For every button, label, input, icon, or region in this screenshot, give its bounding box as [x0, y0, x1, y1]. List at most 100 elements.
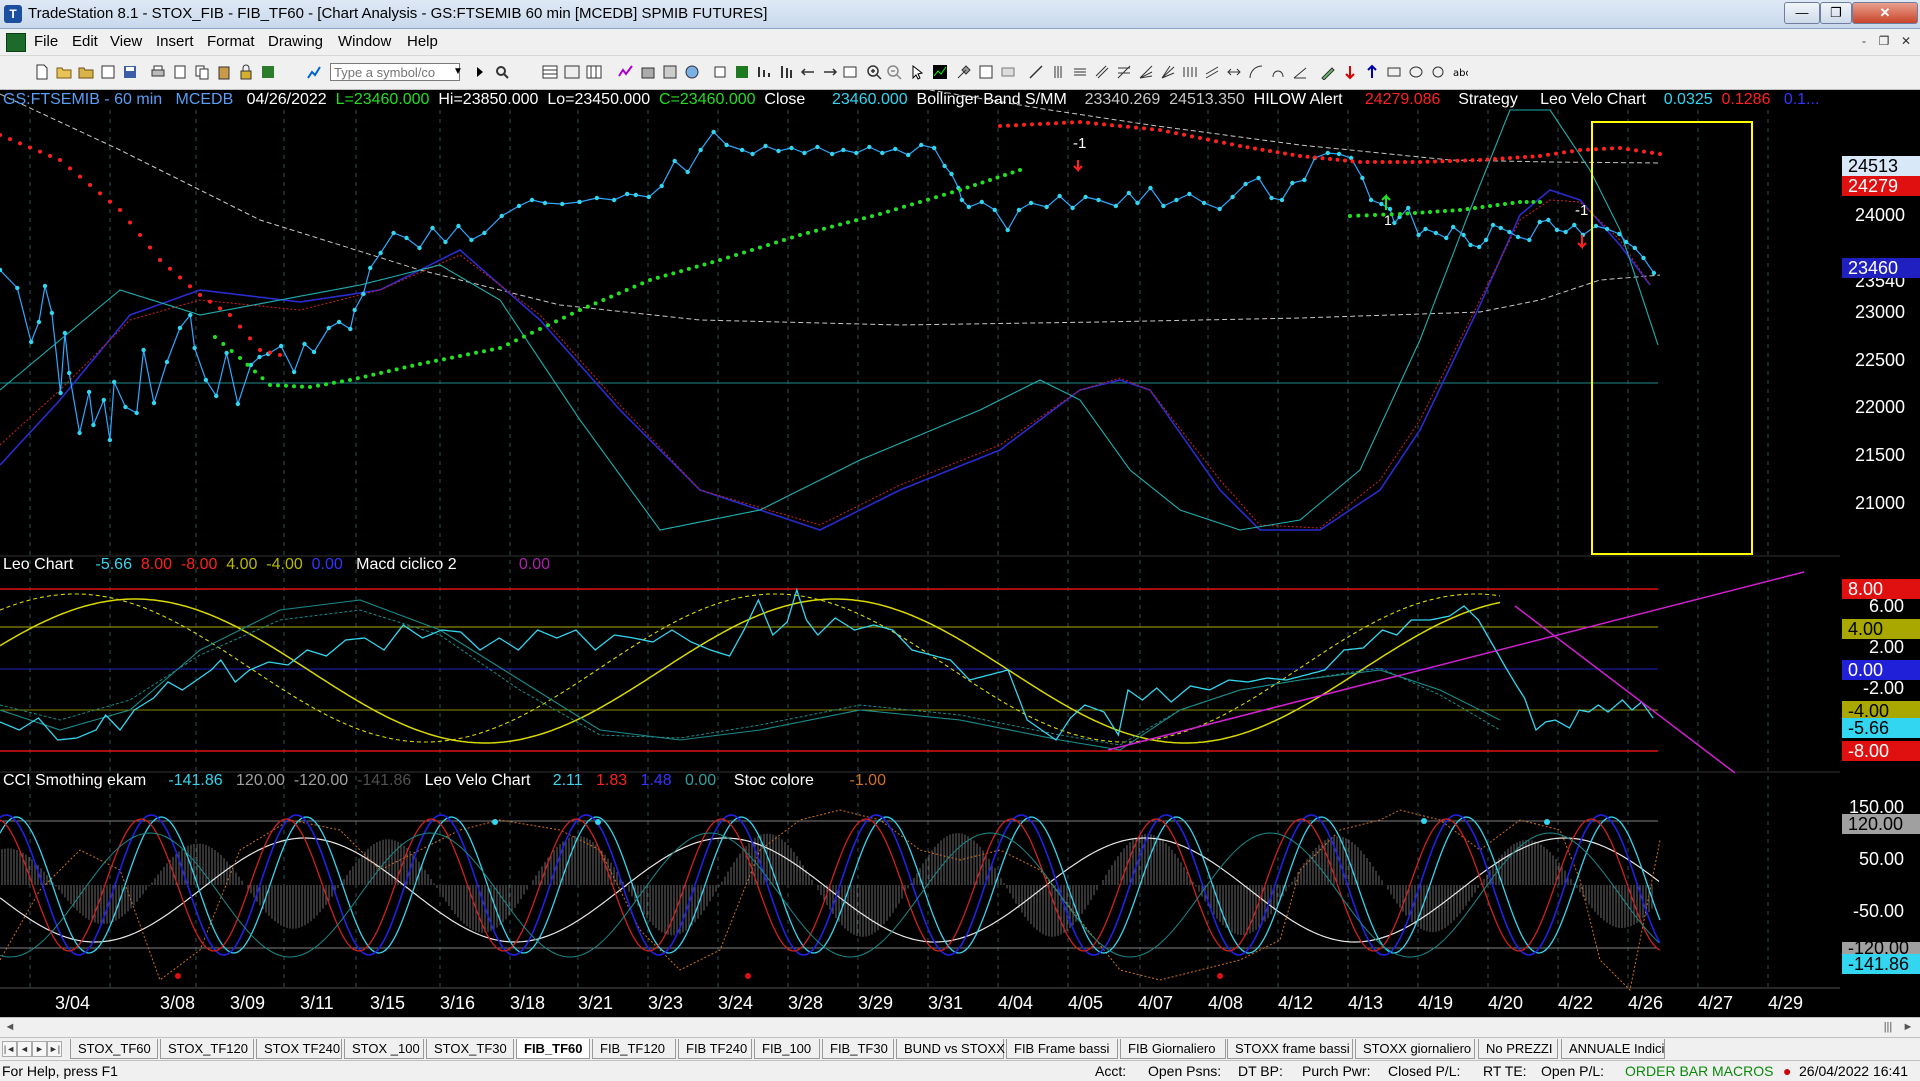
- tab-last-icon[interactable]: ►|: [47, 1041, 62, 1057]
- tab-prev-icon[interactable]: ◄: [17, 1041, 32, 1057]
- print-preview-icon[interactable]: [172, 64, 188, 80]
- order-bar-indicator[interactable]: ORDER BAR: [1625, 1063, 1708, 1079]
- fibonacci-icon[interactable]: [1116, 64, 1132, 80]
- tab-fib-tf30[interactable]: FIB_TF30: [822, 1039, 894, 1059]
- gann-fan-icon[interactable]: [1160, 64, 1176, 80]
- menu-edit[interactable]: Edit: [72, 33, 98, 50]
- fib-time-zone-icon[interactable]: [1270, 64, 1286, 80]
- tab-stox-100[interactable]: STOX _100: [344, 1039, 424, 1059]
- mdi-close-button[interactable]: ✕: [1896, 33, 1916, 50]
- price-chart-canvas[interactable]: -1 -1 1: [0, 90, 1920, 1015]
- snap-icon[interactable]: [978, 64, 994, 80]
- symbol-dropdown-icon[interactable]: ▼: [450, 63, 466, 81]
- rectangle-icon[interactable]: [1386, 64, 1402, 80]
- tab-fib-frame-bassi[interactable]: FIB Frame bassi: [1006, 1039, 1118, 1059]
- mdi-minimize-button[interactable]: -: [1854, 33, 1874, 50]
- tab-fib-tf60[interactable]: FIB_TF60: [516, 1039, 590, 1059]
- minimize-button[interactable]: —: [1784, 2, 1820, 24]
- vertical-line-icon[interactable]: [1050, 64, 1066, 80]
- trendline-icon[interactable]: [1028, 64, 1044, 80]
- zoom-out-icon[interactable]: [886, 64, 902, 80]
- copy-icon[interactable]: [194, 64, 210, 80]
- menu-insert[interactable]: Insert: [156, 33, 194, 50]
- andrews-pitchfork-icon[interactable]: [1182, 64, 1198, 80]
- fib-arcs-icon[interactable]: [1248, 64, 1264, 80]
- tab-stox-tf240[interactable]: STOX TF240: [256, 1039, 342, 1059]
- macro-icon[interactable]: [260, 64, 276, 80]
- buy-arrow-icon[interactable]: [1364, 64, 1380, 80]
- speed-lines-icon[interactable]: [1138, 64, 1154, 80]
- regression-channel-icon[interactable]: [1204, 64, 1220, 80]
- new-window-icon[interactable]: [100, 64, 116, 80]
- menu-view[interactable]: View: [110, 33, 142, 50]
- portfolio-icon[interactable]: [640, 64, 656, 80]
- go-arrow-icon[interactable]: [472, 64, 488, 80]
- tab-fib-tf120[interactable]: FIB_TF120: [592, 1039, 676, 1059]
- scroll-right-icon[interactable]: [822, 64, 838, 80]
- text-tool-icon[interactable]: abc: [1452, 64, 1468, 80]
- bar-chart-icon[interactable]: [778, 64, 794, 80]
- pen-icon[interactable]: [1320, 64, 1336, 80]
- scroll-left-arrow-icon[interactable]: ◄: [2, 1019, 18, 1035]
- close-button[interactable]: ✕: [1852, 2, 1918, 24]
- tab-annuale-indici[interactable]: ANNUALE Indici: [1561, 1039, 1665, 1059]
- sell-arrow-icon[interactable]: [1342, 64, 1358, 80]
- tradebar-icon[interactable]: [734, 64, 750, 80]
- save-icon[interactable]: [122, 64, 138, 80]
- horizontal-scrollbar[interactable]: ◄ ||| ►: [0, 1017, 1920, 1037]
- menu-file[interactable]: File: [34, 33, 58, 50]
- menu-help[interactable]: Help: [407, 33, 438, 50]
- order-bar-icon[interactable]: [1000, 64, 1016, 80]
- pointer-icon[interactable]: [910, 64, 926, 80]
- tab-stox-tf60[interactable]: STOX_TF60: [70, 1039, 158, 1059]
- tab-stoxx-giornaliero[interactable]: STOXX giornaliero: [1355, 1039, 1475, 1059]
- tab-bund-vs-stoxx[interactable]: BUND vs STOXX: [896, 1039, 1005, 1059]
- tab-fib-100[interactable]: FIB_100: [754, 1039, 820, 1059]
- macros-indicator[interactable]: MACROS: [1712, 1063, 1773, 1079]
- menu-drawing[interactable]: Drawing: [268, 33, 323, 50]
- tab-stox-tf120[interactable]: STOX_TF120: [160, 1039, 254, 1059]
- tab-stox-tf30[interactable]: STOX_TF30: [426, 1039, 514, 1059]
- options-icon[interactable]: [662, 64, 678, 80]
- new-file-icon[interactable]: [34, 64, 50, 80]
- matrix-icon[interactable]: [564, 64, 580, 80]
- menu-format[interactable]: Format: [207, 33, 255, 50]
- scanner-icon[interactable]: [586, 64, 602, 80]
- mdi-restore-button[interactable]: ❐: [1874, 33, 1894, 50]
- radar-screen-icon[interactable]: [542, 64, 558, 80]
- tools-icon[interactable]: [956, 64, 972, 80]
- chart-icon[interactable]: [306, 64, 322, 80]
- channel-icon[interactable]: [1094, 64, 1110, 80]
- open-folder-icon[interactable]: [56, 64, 72, 80]
- open-workspace-icon[interactable]: [78, 64, 94, 80]
- lock-icon[interactable]: [238, 64, 254, 80]
- tab-no-prezzi[interactable]: No PREZZI: [1478, 1039, 1558, 1059]
- triangle-icon[interactable]: [1430, 64, 1446, 80]
- ellipse-icon[interactable]: [1408, 64, 1424, 80]
- tab-fib-giornaliero[interactable]: FIB Giornaliero: [1120, 1039, 1226, 1059]
- chart-window-icon[interactable]: [6, 33, 26, 52]
- symbol-input[interactable]: [330, 63, 460, 81]
- zoom-in-icon[interactable]: [866, 64, 882, 80]
- tab-stoxx-frame-bassi[interactable]: STOXX frame bassi: [1227, 1039, 1353, 1059]
- tab-first-icon[interactable]: |◄: [2, 1041, 17, 1057]
- tab-fib-tf240[interactable]: FIB TF240: [678, 1039, 752, 1059]
- scroll-thumb-icon[interactable]: |||: [1880, 1019, 1896, 1035]
- chart-analysis-icon[interactable]: [932, 64, 948, 80]
- horizontal-line-icon[interactable]: [1072, 64, 1088, 80]
- scroll-right-arrow-icon[interactable]: ►: [1900, 1019, 1916, 1035]
- data-window-icon[interactable]: [842, 64, 858, 80]
- print-icon[interactable]: [150, 64, 166, 80]
- strategy-icon[interactable]: [756, 64, 772, 80]
- menu-window[interactable]: Window: [338, 33, 391, 50]
- tab-next-icon[interactable]: ►: [32, 1041, 47, 1057]
- symbol-lookup-icon[interactable]: [494, 64, 510, 80]
- network-icon[interactable]: [684, 64, 700, 80]
- paste-icon[interactable]: [216, 64, 232, 80]
- chart-analysis-window[interactable]: -1 -1 1 GS:FTSEMIB - 60 min MCEDB 04/26/20…: [0, 90, 1920, 1015]
- insert-analysis-icon[interactable]: [712, 64, 728, 80]
- trend-angle-icon[interactable]: [1292, 64, 1308, 80]
- time-cycle-icon[interactable]: [1226, 64, 1242, 80]
- maximize-button[interactable]: ❐: [1820, 2, 1852, 24]
- shortcut-chart-icon[interactable]: [618, 64, 634, 80]
